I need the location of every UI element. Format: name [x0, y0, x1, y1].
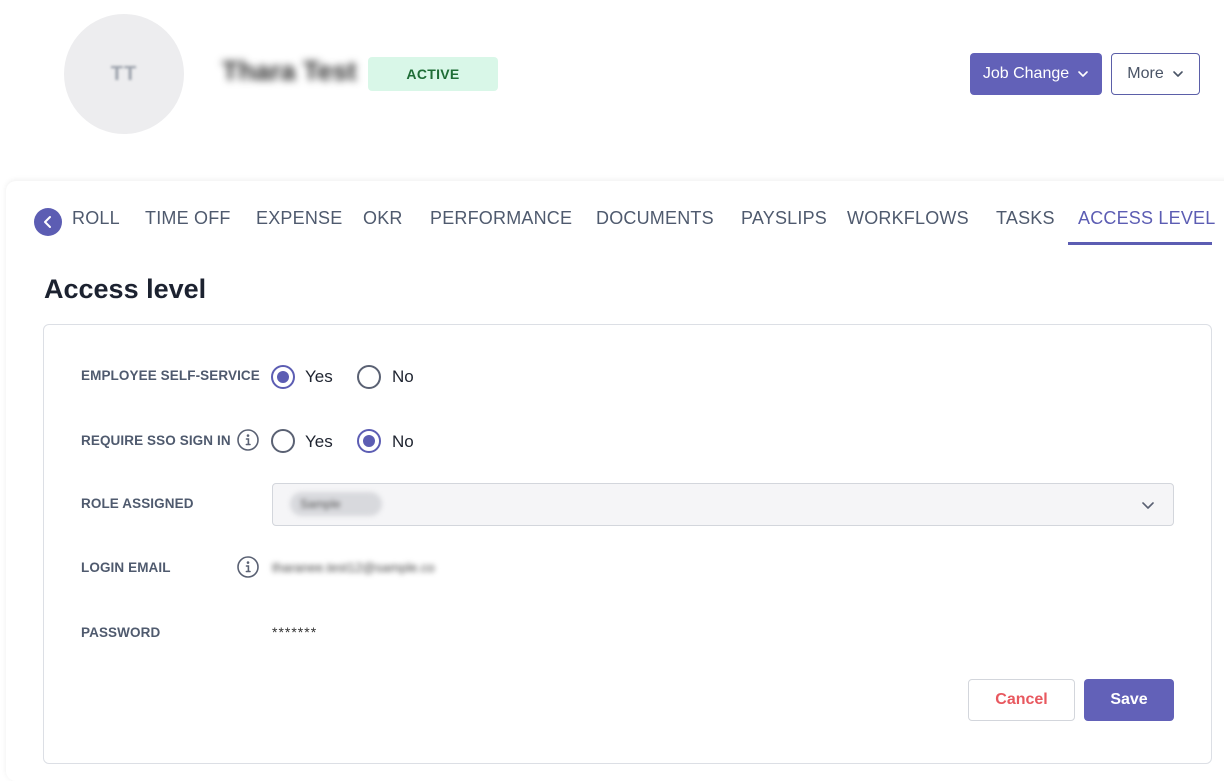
role-chip-label: Sample	[300, 497, 341, 511]
sso-no-radio[interactable]	[357, 429, 381, 453]
sso-yes-radio[interactable]	[271, 429, 295, 453]
tab-expense[interactable]: EXPENSE	[256, 208, 342, 229]
self-service-yes-label: Yes	[305, 367, 333, 386]
role-select[interactable]	[272, 483, 1174, 526]
login-email-value: tharanee.test12@sample.co	[272, 560, 435, 575]
active-tab-indicator	[1068, 242, 1212, 245]
tab-payroll[interactable]: ROLL	[72, 208, 120, 229]
more-button[interactable]: More	[1111, 53, 1200, 95]
tab-tasks[interactable]: TASKS	[996, 208, 1055, 229]
tab-time-off[interactable]: TIME OFF	[145, 208, 231, 229]
password-value: *******	[272, 624, 318, 640]
chevron-down-icon	[1172, 71, 1183, 77]
chevron-down-icon	[1078, 71, 1088, 77]
tab-access-level[interactable]: ACCESS LEVEL	[1078, 208, 1215, 229]
login-email-label: LOGIN EMAIL	[81, 560, 171, 575]
page-title: Access level	[44, 274, 207, 304]
tab-okr[interactable]: OKR	[363, 208, 403, 229]
tab-documents[interactable]: DOCUMENTS	[596, 208, 714, 229]
job-change-button[interactable]: Job Change	[970, 53, 1102, 95]
chevron-down-icon[interactable]	[1141, 498, 1155, 512]
chevron-left-icon	[44, 216, 51, 228]
cancel-button[interactable]: Cancel	[968, 679, 1075, 721]
employee-self-service-label: EMPLOYEE SELF-SERVICE	[81, 368, 260, 383]
avatar: TT	[64, 14, 184, 134]
save-button[interactable]: Save	[1084, 679, 1174, 721]
avatar-initials: TT	[110, 62, 138, 85]
role-chip[interactable]: Sample	[290, 492, 382, 516]
job-change-label: Job Change	[982, 65, 1070, 82]
tab-payslips[interactable]: PAYSLIPS	[741, 208, 827, 229]
sso-yes-label: Yes	[305, 432, 333, 451]
more-label: More	[1127, 65, 1164, 82]
tab-workflows[interactable]: WORKFLOWS	[847, 208, 969, 229]
info-icon[interactable]	[236, 555, 260, 579]
self-service-yes-radio[interactable]	[271, 365, 295, 389]
self-service-no-radio[interactable]	[357, 365, 381, 389]
tab-performance[interactable]: PERFORMANCE	[430, 208, 572, 229]
employee-name: Thara Test	[222, 56, 357, 86]
status-badge: ACTIVE	[368, 57, 498, 91]
password-label: PASSWORD	[81, 625, 161, 640]
self-service-no-label: No	[392, 367, 414, 386]
role-assigned-label: ROLE ASSIGNED	[81, 496, 194, 511]
sso-no-label: No	[392, 432, 414, 451]
info-icon[interactable]	[236, 428, 260, 452]
tabs-scroll-left-button[interactable]	[34, 208, 62, 236]
require-sso-label: REQUIRE SSO SIGN IN	[81, 433, 231, 448]
